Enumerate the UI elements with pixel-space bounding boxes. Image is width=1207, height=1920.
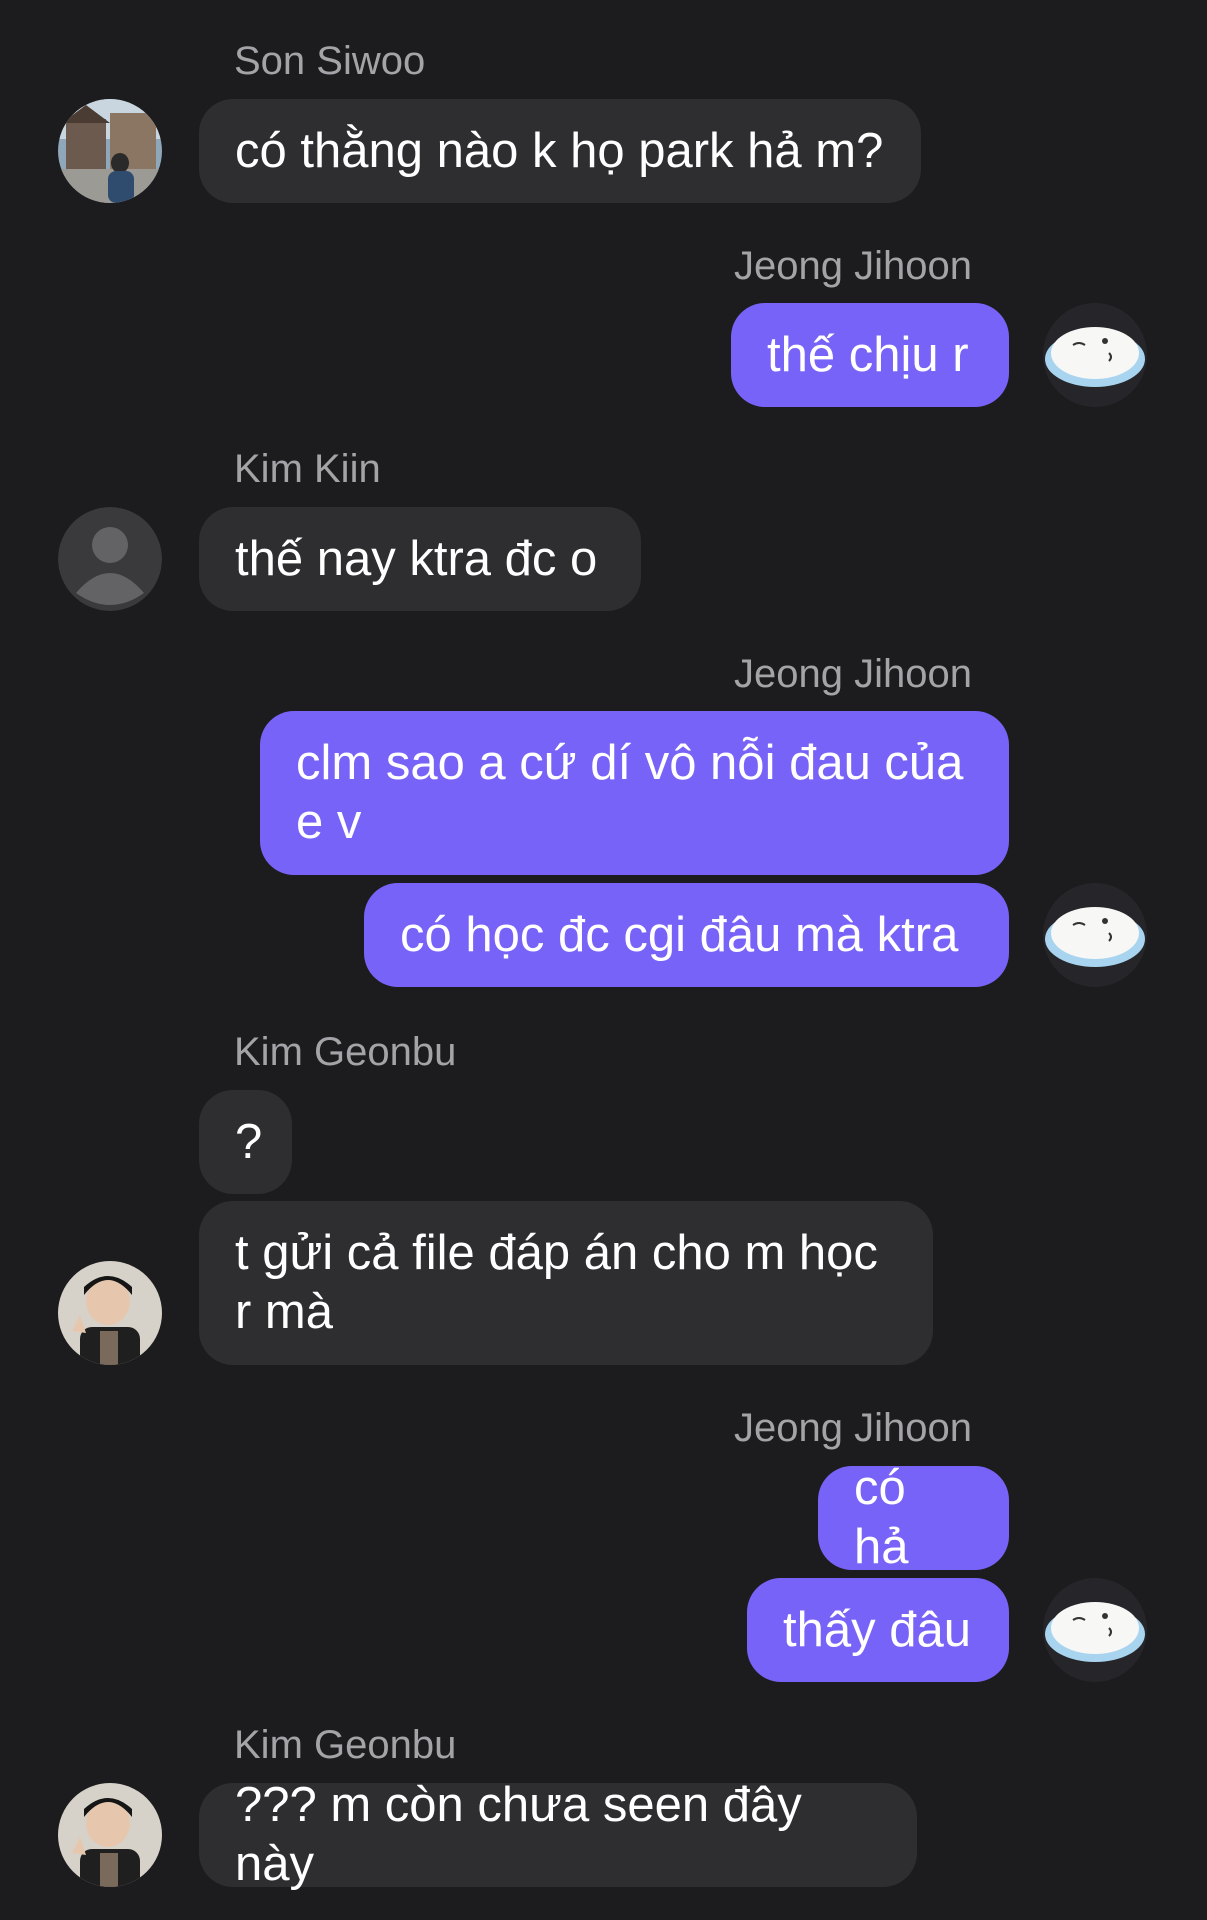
message-bubble[interactable]: thế nay ktra đc o bbox=[199, 507, 641, 611]
avatar-jeong-jihoon[interactable] bbox=[1043, 883, 1147, 987]
message-text: t gửi cả file đáp án cho m học r mà bbox=[235, 1226, 878, 1339]
message-text: có thằng nào k họ park hả m? bbox=[235, 123, 884, 178]
message-text: thế chịu r bbox=[767, 327, 969, 382]
avatar-kim-kiin[interactable] bbox=[58, 507, 162, 611]
message-bubble[interactable]: ??? m còn chưa seen đây này bbox=[199, 1778, 917, 1891]
message-text: ??? m còn chưa seen đây này bbox=[235, 1778, 802, 1891]
sender-name-kim-geonbu: Kim Geonbu bbox=[234, 1030, 457, 1074]
message-text: có hả bbox=[854, 1461, 909, 1574]
sender-name-jeong-jihoon: Jeong Jihoon bbox=[734, 1406, 972, 1450]
person-photo-icon bbox=[58, 1783, 162, 1887]
sender-name-kim-kiin: Kim Kiin bbox=[234, 447, 381, 491]
sender-name-son-siwoo: Son Siwoo bbox=[234, 39, 426, 83]
sender-name-jeong-jihoon: Jeong Jihoon bbox=[734, 652, 972, 696]
sender-name-kim-geonbu: Kim Geonbu bbox=[234, 1723, 457, 1767]
street-photo-icon bbox=[58, 99, 162, 203]
avatar-kim-geonbu[interactable] bbox=[58, 1783, 162, 1887]
message-text: ? bbox=[235, 1114, 263, 1169]
person-photo-icon bbox=[58, 1261, 162, 1365]
default-person-icon bbox=[58, 507, 162, 611]
message-bubble[interactable]: ? bbox=[199, 1090, 292, 1194]
message-text: thấy đâu bbox=[783, 1602, 971, 1657]
avatar-jeong-jihoon[interactable] bbox=[1043, 1578, 1147, 1682]
message-bubble[interactable]: có thằng nào k họ park hả m? bbox=[199, 99, 921, 203]
rice-cake-sticker-icon bbox=[1043, 303, 1147, 407]
avatar-kim-geonbu[interactable] bbox=[58, 1261, 162, 1365]
sender-name-jeong-jihoon: Jeong Jihoon bbox=[734, 244, 972, 288]
rice-cake-sticker-icon bbox=[1043, 1578, 1147, 1682]
message-bubble[interactable]: có học đc cgi đâu mà ktra bbox=[364, 883, 1009, 987]
message-bubble[interactable]: thế chịu r bbox=[731, 303, 1009, 407]
avatar-jeong-jihoon[interactable] bbox=[1043, 303, 1147, 407]
message-text: thế nay ktra đc o bbox=[235, 531, 598, 586]
message-bubble[interactable]: t gửi cả file đáp án cho m học r mà bbox=[199, 1201, 933, 1365]
message-bubble[interactable]: thấy đâu bbox=[747, 1578, 1009, 1682]
avatar-son-siwoo[interactable] bbox=[58, 99, 162, 203]
rice-cake-sticker-icon bbox=[1043, 883, 1147, 987]
message-text: có học đc cgi đâu mà ktra bbox=[400, 907, 959, 962]
message-bubble[interactable]: có hả bbox=[818, 1461, 1009, 1574]
message-bubble[interactable]: clm sao a cứ dí vô nỗi đau của e v bbox=[260, 711, 1009, 875]
message-text: clm sao a cứ dí vô nỗi đau của e v bbox=[296, 736, 964, 849]
